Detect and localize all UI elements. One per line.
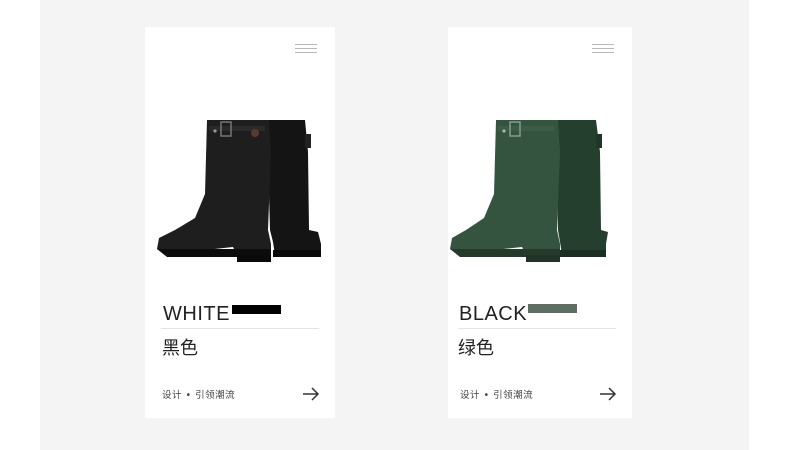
rear-boot (267, 120, 321, 257)
product-name: WHITE (163, 303, 230, 325)
boot-image (450, 120, 608, 262)
tagline: 设计 • 引领潮流 (162, 390, 236, 401)
front-boot (157, 120, 271, 262)
product-name: BLACK (459, 303, 528, 325)
hamburger-menu-icon[interactable] (592, 44, 614, 55)
front-boot (450, 120, 560, 262)
product-card-green[interactable]: BLACK 绿色 设计 • 引领潮流 (448, 27, 632, 418)
product-card-black[interactable]: WHITE 黑色 设计 • 引领潮流 (145, 27, 335, 418)
product-color-label: 黑色 (162, 338, 198, 359)
arrow-right-icon[interactable] (599, 385, 617, 403)
hamburger-menu-icon[interactable] (295, 44, 317, 55)
color-swatch (232, 305, 281, 314)
color-swatch (528, 304, 577, 313)
arrow-right-icon[interactable] (302, 385, 320, 403)
product-color-label: 绿色 (458, 338, 494, 359)
rear-boot (556, 120, 608, 257)
divider (161, 328, 319, 329)
divider (458, 328, 616, 329)
boot-image (157, 120, 321, 262)
tagline: 设计 • 引领潮流 (460, 390, 534, 401)
